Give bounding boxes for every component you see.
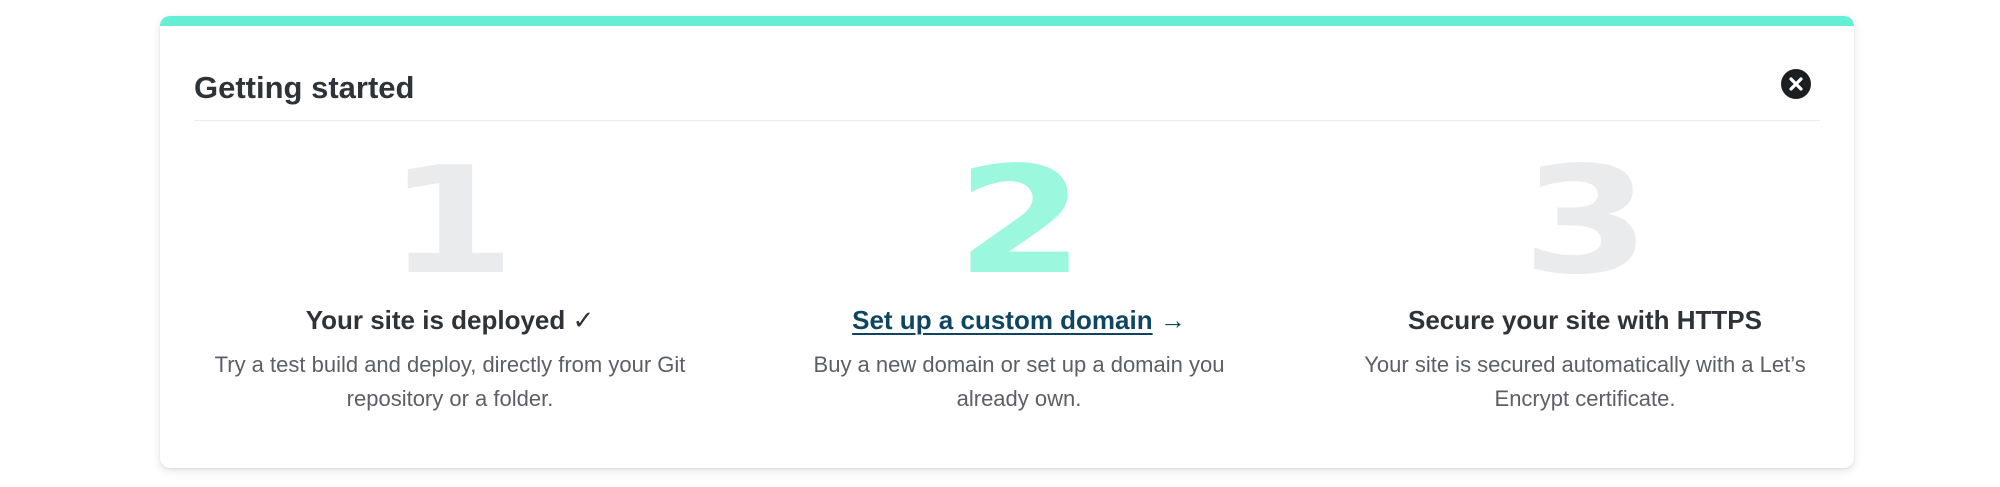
- steps-list: 1 Your site is deployed ✓ Try a test bui…: [160, 147, 1854, 456]
- step-description: Buy a new domain or set up a domain you …: [813, 352, 1225, 411]
- accent-bar: [160, 16, 1854, 26]
- getting-started-card: Getting started 1 Your site is deployed …: [160, 16, 1854, 468]
- card-header: Getting started: [194, 26, 1820, 121]
- step-heading: Set up a custom domain →: [749, 304, 1289, 336]
- step-description: Try a test build and deploy, directly fr…: [214, 352, 686, 411]
- close-icon[interactable]: [1781, 69, 1811, 99]
- step-deployed: 1 Your site is deployed ✓ Try a test bui…: [180, 147, 720, 416]
- step-number: 3: [1521, 135, 1651, 307]
- step-heading: Your site is deployed ✓: [180, 304, 720, 336]
- step-description: Your site is secured automatically with …: [1364, 352, 1806, 411]
- step-heading-text: Your site is deployed: [305, 305, 566, 335]
- arrow-right-icon: →: [1159, 305, 1186, 335]
- step-heading: Secure your site with HTTPS: [1408, 305, 1762, 335]
- step-https: 3 Secure your site with HTTPS Your site …: [1315, 147, 1854, 416]
- card-title: Getting started: [194, 70, 415, 105]
- custom-domain-link[interactable]: Set up a custom domain: [852, 305, 1153, 335]
- check-icon: ✓: [572, 305, 595, 335]
- step-custom-domain: 2 Set up a custom domain → Buy a new dom…: [749, 147, 1289, 416]
